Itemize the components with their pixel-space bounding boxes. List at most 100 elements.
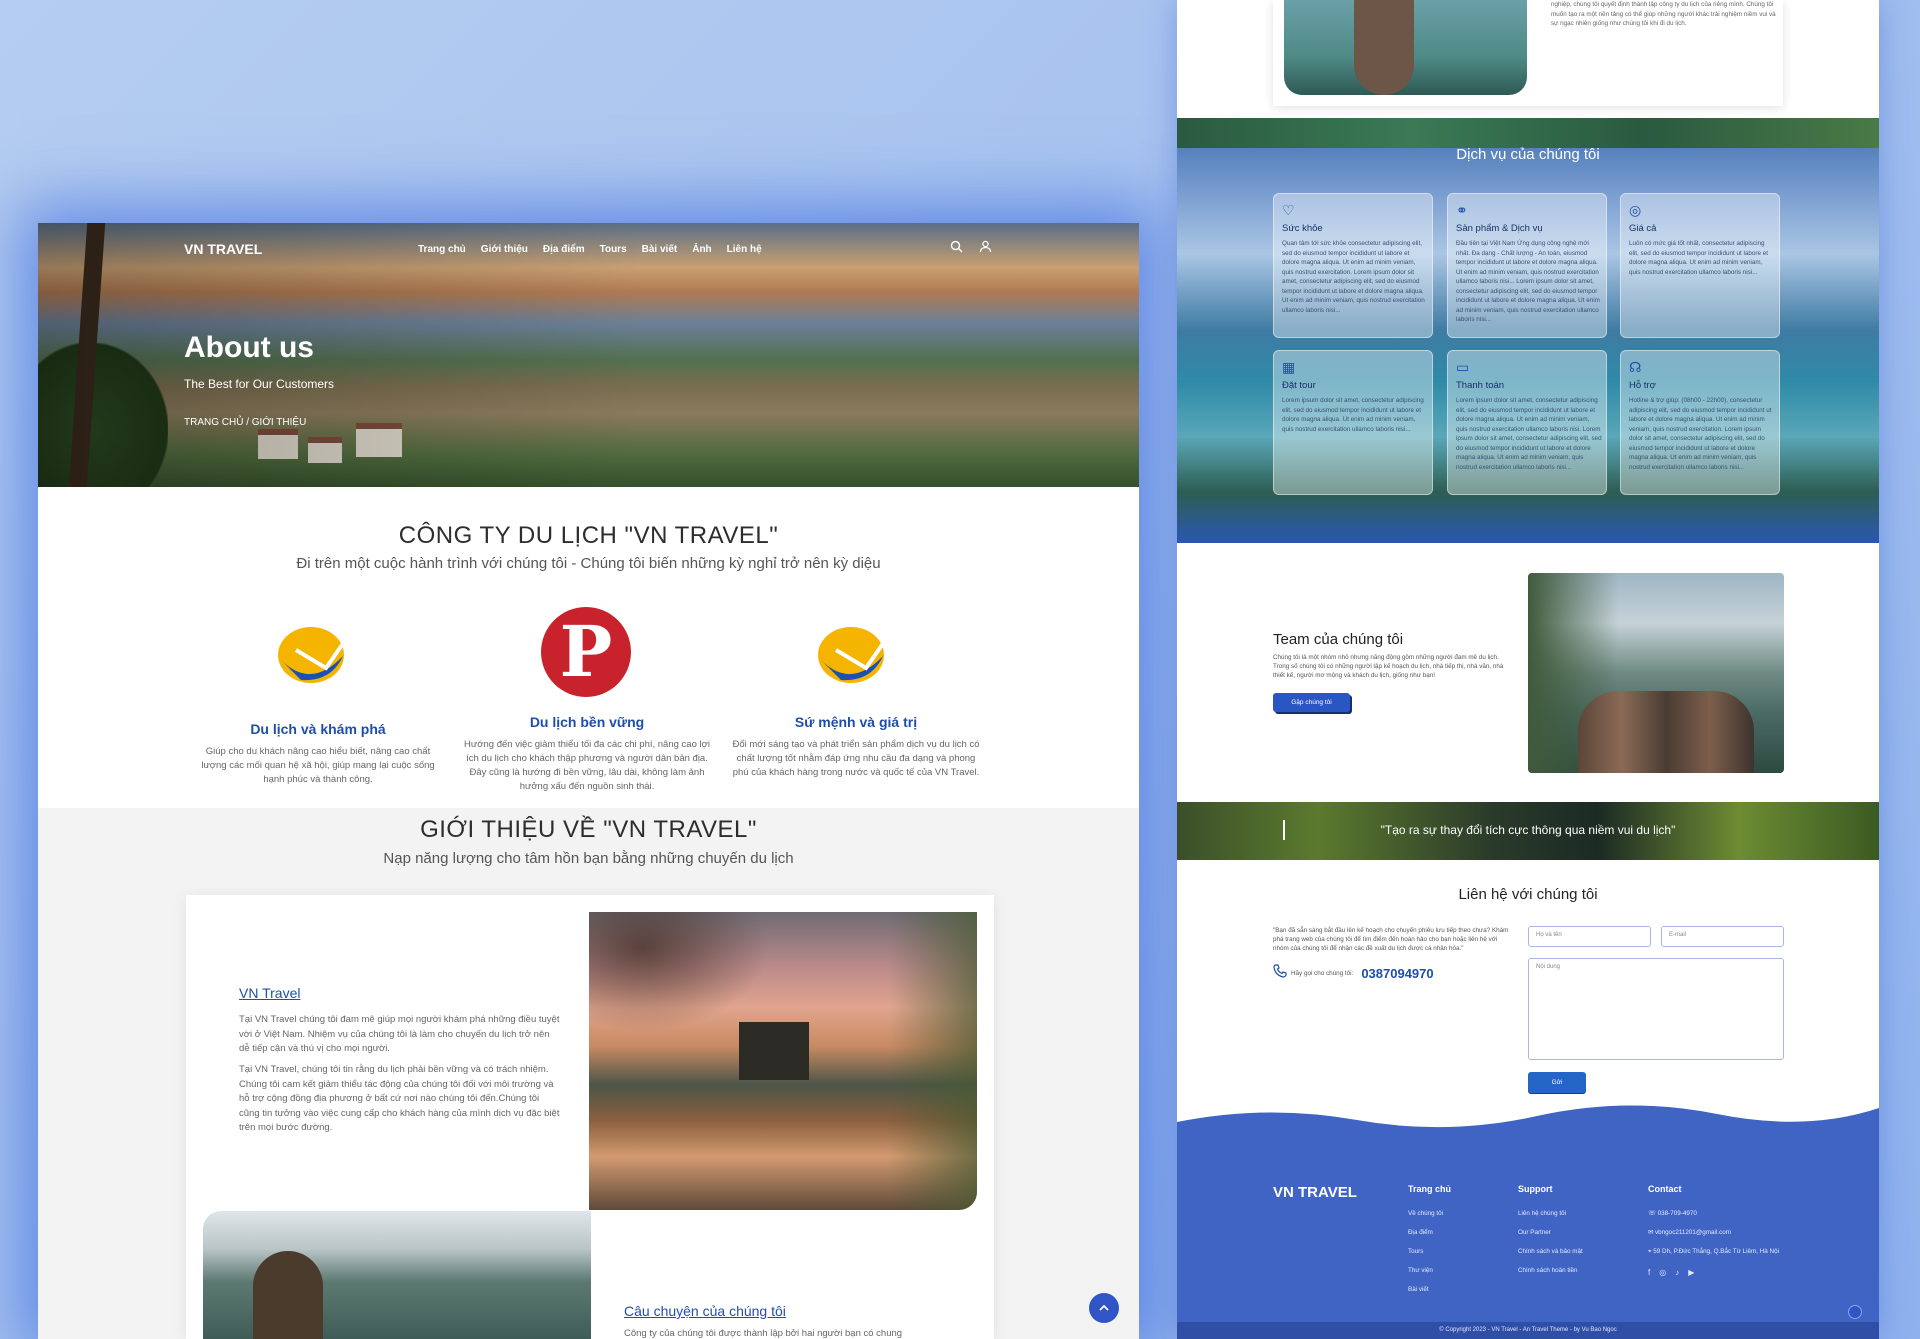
message-textarea[interactable]: Nội dung bbox=[1528, 958, 1784, 1060]
team-photo bbox=[1528, 573, 1784, 773]
service-text: Lorem ipsum dolor sit amet, consectetur … bbox=[1282, 397, 1424, 433]
hero-subtitle: The Best for Our Customers bbox=[184, 377, 335, 391]
footer-col-title: Contact bbox=[1648, 1184, 1682, 1194]
person-silhouette bbox=[1354, 0, 1414, 95]
facebook-icon[interactable]: f bbox=[1648, 1263, 1650, 1282]
our-story-link[interactable]: Câu chuyện của chúng tôi bbox=[624, 1303, 786, 1319]
service-title: Thanh toán bbox=[1456, 380, 1505, 391]
company-title: CÔNG TY DU LỊCH "VN TRAVEL" bbox=[398, 522, 779, 549]
services-title: Dịch vụ của chúng tôi bbox=[1456, 146, 1600, 163]
feature-title: Du lịch và khám phá bbox=[250, 721, 386, 737]
quote-text: "Tạo ra sự thay đổi tích cực thông qua n… bbox=[1380, 823, 1676, 837]
about-page-left: VN TRAVEL Trang chủ Giới thiệu Địa điểm … bbox=[38, 223, 1139, 1339]
about-page-right: nghiệp, chúng tôi quyết định thành lập c… bbox=[1177, 0, 1879, 1339]
service-title: Sản phẩm & Dịch vụ bbox=[1456, 223, 1543, 234]
footer-phone[interactable]: ☏ 038-709-4970 bbox=[1648, 1204, 1779, 1223]
willow-tree bbox=[889, 912, 977, 1210]
footer-address-text: 59 Dh, P.Đức Thắng, Q.Bắc Từ Liêm, Hà Nộ… bbox=[1653, 1248, 1779, 1255]
nav-item-destinations[interactable]: Địa điểm bbox=[543, 244, 585, 255]
tiktok-icon[interactable]: ♪ bbox=[1675, 1263, 1679, 1282]
hand-coin-icon: ◎ bbox=[1629, 202, 1642, 218]
site-logo[interactable]: VN TRAVEL bbox=[184, 241, 262, 257]
footer-col-support: Support Liên hệ chúng tôi Our Partner Ch… bbox=[1518, 1184, 1583, 1280]
service-text: Luôn có mức giá tốt nhất, consectetur ad… bbox=[1629, 240, 1768, 276]
feature-title: Sứ mệnh và giá trị bbox=[794, 714, 918, 730]
vn-travel-link[interactable]: VN Travel bbox=[239, 985, 300, 1001]
footer-col-home: Trang chủ Về chúng tôi Địa điểm Tours Th… bbox=[1408, 1184, 1451, 1299]
service-text: Đầu tiên tại Việt Nam Ứng dụng công nghệ… bbox=[1456, 240, 1600, 323]
about-subtitle: Nạp năng lượng cho tâm hồn bạn bằng nhữn… bbox=[383, 850, 794, 867]
service-text: Quan tâm tới sức khỏe consectetur adipis… bbox=[1282, 240, 1425, 314]
footer-link[interactable]: Chính sách và bảo mật bbox=[1518, 1242, 1583, 1261]
hero-title: About us bbox=[184, 331, 314, 364]
service-title: Sức khỏe bbox=[1282, 223, 1323, 234]
service-card-price[interactable]: ◎ Giá cả Luôn có mức giá tốt nhất, conse… bbox=[1620, 193, 1780, 338]
feature-text: Hướng đến việc giảm thiểu tối đa các chi… bbox=[464, 739, 710, 792]
footer-link[interactable]: Liên hệ chúng tôi bbox=[1518, 1204, 1583, 1223]
breadcrumb[interactable]: TRANG CHỦ / GIỚI THIỆU bbox=[184, 417, 306, 428]
search-icon[interactable] bbox=[950, 240, 964, 254]
services-section: Dịch vụ của chúng tôi ♡ Sức khỏe Quan tâ… bbox=[1177, 118, 1879, 543]
hoan-kiem-photo bbox=[589, 912, 977, 1210]
scroll-top-button[interactable] bbox=[1848, 1305, 1862, 1319]
instagram-icon[interactable]: ◎ bbox=[1659, 1263, 1666, 1282]
feature-card: Du lịch bền vững Hướng đến việc giảm thi… bbox=[462, 714, 712, 794]
youtube-icon[interactable]: ▶ bbox=[1688, 1263, 1694, 1282]
scroll-top-button[interactable] bbox=[1089, 1293, 1119, 1323]
footer-col-contact: Contact ☏ 038-709-4970 ✉ vbngoc211201@gm… bbox=[1648, 1184, 1779, 1282]
phone-number[interactable]: 0387094970 bbox=[1361, 966, 1433, 981]
name-input[interactable]: Họ và tên bbox=[1528, 926, 1651, 947]
footer-link[interactable]: Thư viện bbox=[1408, 1261, 1451, 1280]
footer-phone-text: 038-709-4970 bbox=[1657, 1210, 1697, 1217]
service-title: Giá cả bbox=[1629, 223, 1657, 234]
service-card-products[interactable]: ⚭ Sản phẩm & Dịch vụ Đầu tiên tại Việt N… bbox=[1447, 193, 1607, 338]
send-button[interactable]: Gửi bbox=[1528, 1072, 1586, 1093]
quote-banner: "Tạo ra sự thay đổi tích cực thông qua n… bbox=[1177, 802, 1879, 860]
nav-item-photos[interactable]: Ảnh bbox=[692, 244, 711, 255]
footer-link[interactable]: Our Partner bbox=[1518, 1223, 1583, 1242]
pinterest-icon: P bbox=[541, 607, 631, 697]
ha-long-photo bbox=[203, 1211, 591, 1339]
call-label: Hãy gọi cho chúng tôi: bbox=[1291, 970, 1354, 977]
footer-logo[interactable]: VN TRAVEL bbox=[1273, 1184, 1357, 1201]
nav-item-about[interactable]: Giới thiệu bbox=[481, 244, 528, 255]
meet-us-button[interactable]: Gặp chúng tôi bbox=[1273, 693, 1350, 712]
footer-link[interactable]: Địa điểm bbox=[1408, 1223, 1451, 1242]
service-text: Hotline & trợ giúp: (08h00 - 22h00), con… bbox=[1629, 397, 1772, 471]
about-paragraph: Tại VN Travel chúng tôi đam mê giúp mọi … bbox=[239, 1014, 560, 1054]
nav-item-posts[interactable]: Bài viết bbox=[642, 244, 678, 255]
footer-link[interactable]: Về chúng tôi bbox=[1408, 1204, 1451, 1223]
user-icon[interactable] bbox=[979, 240, 993, 254]
email-input[interactable]: E-mail bbox=[1661, 926, 1784, 947]
footer-link[interactable]: Bài viết bbox=[1408, 1280, 1451, 1299]
nav-item-contact[interactable]: Liên hệ bbox=[727, 244, 762, 255]
hero-banner: VN TRAVEL Trang chủ Giới thiệu Địa điểm … bbox=[38, 223, 1139, 487]
travel-logo-icon bbox=[271, 620, 361, 690]
social-icons: f ◎ ♪ ▶ bbox=[1648, 1263, 1779, 1282]
feature-text: Đổi mới sáng tạo và phát triển sản phẩm … bbox=[732, 739, 980, 778]
footer-link[interactable]: Tours bbox=[1408, 1242, 1451, 1261]
footer-email-text: vbngoc211201@gmail.com bbox=[1655, 1229, 1731, 1236]
ha-long-woman-photo bbox=[1284, 0, 1527, 95]
service-card-support[interactable]: ☊ Hỗ trợ Hotline & trợ giúp: (08h00 - 22… bbox=[1620, 350, 1780, 495]
copyright: © Copyright 2023 - VN Travel - An Travel… bbox=[1177, 1322, 1879, 1339]
service-title: Đặt tour bbox=[1282, 380, 1316, 391]
service-card-booking[interactable]: ▦ Đặt tour Lorem ipsum dolor sit amet, c… bbox=[1273, 350, 1433, 495]
handshake-icon: ⚭ bbox=[1456, 202, 1468, 218]
person-silhouette bbox=[253, 1251, 323, 1339]
service-card-payment[interactable]: ▭ Thanh toán Lorem ipsum dolor sit amet,… bbox=[1447, 350, 1607, 495]
card-icon: ▭ bbox=[1456, 359, 1470, 375]
contact-text: "Bạn đã sẵn sàng bắt đầu lên kế hoạch ch… bbox=[1273, 927, 1509, 952]
service-title: Hỗ trợ bbox=[1629, 380, 1656, 391]
feature-card: Du lịch và khám phá Giúp cho du khách nâ… bbox=[193, 721, 443, 787]
story-paragraph: nghiệp, chúng tôi quyết định thành lập c… bbox=[1551, 1, 1776, 27]
footer-email[interactable]: ✉ vbngoc211201@gmail.com bbox=[1648, 1223, 1779, 1242]
nav-item-tours[interactable]: Tours bbox=[600, 244, 627, 255]
phone-icon bbox=[1273, 964, 1287, 983]
hand-heart-icon: ♡ bbox=[1282, 202, 1295, 218]
service-card-health[interactable]: ♡ Sức khỏe Quan tâm tới sức khỏe consect… bbox=[1273, 193, 1433, 338]
tree-branches bbox=[589, 912, 769, 1032]
footer-link[interactable]: Chính sách hoàn tiền bbox=[1518, 1261, 1583, 1280]
call-us: Hãy gọi cho chúng tôi: 0387094970 bbox=[1273, 964, 1434, 983]
nav-item-home[interactable]: Trang chủ bbox=[418, 244, 466, 255]
